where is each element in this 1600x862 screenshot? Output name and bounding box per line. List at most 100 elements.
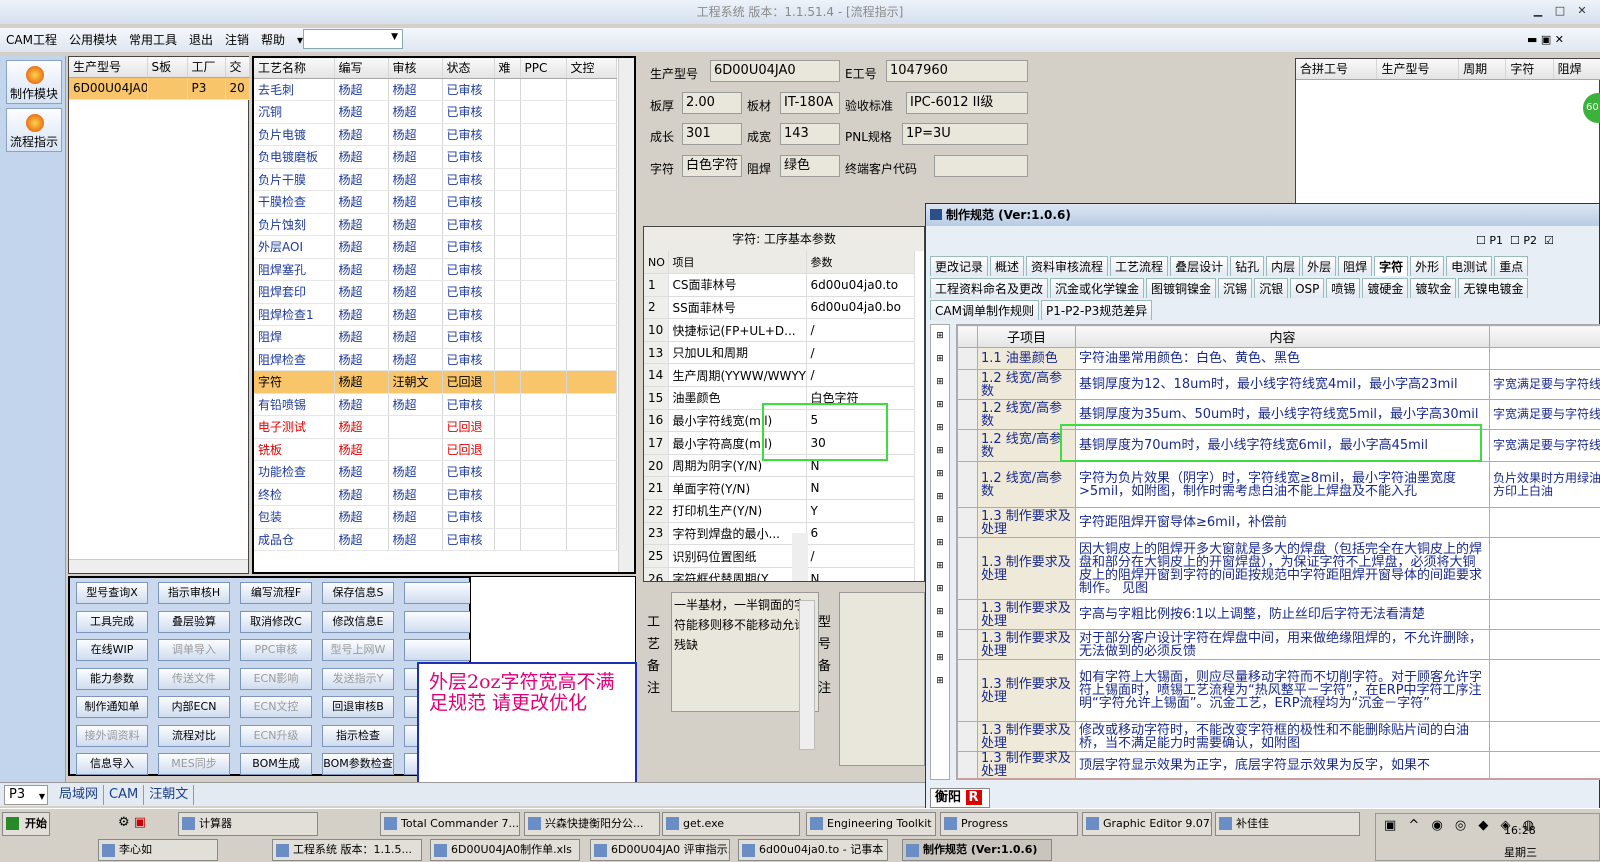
column-header[interactable]: 阻焊 [1553,59,1600,80]
table-row[interactable]: 1.1 油墨颜色 字符油墨常用颜色：白色、黄色、黑色 [957,347,1600,370]
table-row[interactable]: 14 生产周期(YYWW/WWYY) / [644,363,915,388]
table-row[interactable]: 1.3 制作要求及处理 修改或移动字符时，不能改变字符框的极性和不能删除贴片间的白… [957,721,1600,752]
menu-item[interactable]: 退出 [183,28,219,52]
expand-icon[interactable]: ⊞ [931,532,949,555]
action-button[interactable]: 制作通知单 [76,696,148,718]
column-header[interactable]: 项目 [668,251,807,275]
menu-item[interactable]: 帮助 [255,28,291,52]
status-tab[interactable]: 汪朝文 [144,785,195,805]
expand-icon[interactable]: ⊞ [931,371,949,394]
spec-tab[interactable]: 工艺流程 [1110,256,1169,276]
table-row[interactable]: 字符 杨超 汪朝文 已回退 [254,370,617,394]
table-row[interactable]: 26 字符框代替周期(Y... N [644,567,915,581]
site-combo[interactable]: P3 ▼ [4,785,48,805]
table-row[interactable]: 22 打印机生产(Y/N) Y [644,499,915,523]
table-row[interactable]: 负电镀磨板 杨超 杨超 已审核 [254,145,617,169]
spec-tab[interactable]: 沉锡 [1218,278,1253,298]
params-vscroll[interactable] [792,533,808,581]
action-button[interactable]: 能力参数 [76,667,148,690]
action-button[interactable]: MES同步 [158,753,230,775]
memo-process-text[interactable]: 一半基材，一半铜面的字符能移则移不能移动允许残缺 [671,592,819,712]
table-row[interactable]: 包装 杨超 杨超 已审核 [254,505,617,529]
action-button[interactable]: 编写流程F [240,582,312,604]
table-row[interactable]: 负片蚀刻 杨超 杨超 已审核 [254,213,617,236]
std-field[interactable]: IPC-6012 II级 [906,92,1028,114]
row-selector[interactable] [957,399,978,430]
expand-icon[interactable]: ⊞ [931,463,949,486]
status-tab[interactable]: 局域网 [54,785,105,805]
spec-tab[interactable]: 沉金或化学镍金 [1050,278,1145,298]
row-selector[interactable] [957,721,978,752]
action-button-blank[interactable] [404,610,476,633]
spec-tab[interactable]: 工程资料命名及更改 [930,278,1049,298]
taskbar-button[interactable]: Total Commander 7.... [380,812,520,836]
action-button[interactable]: 接外调资料 [76,724,148,747]
spec-tab[interactable]: 资料审核流程 [1026,256,1109,276]
action-button[interactable]: 流程对比 [158,724,230,747]
table-row[interactable]: 阻焊塞孔 杨超 杨超 已审核 [254,258,617,281]
wid-field[interactable]: 143 [780,123,840,145]
spec-tab[interactable]: 喷锡 [1326,278,1361,298]
column-header[interactable]: 子项目 [977,325,1076,348]
module-button[interactable]: 制作模块 [6,60,62,104]
expand-icon[interactable]: ⊞ [931,509,949,532]
memo-model-text[interactable] [839,592,925,766]
menu-item[interactable]: CAM工程 [0,28,63,52]
column-header[interactable]: 参数 [806,251,915,275]
spec-tab[interactable]: 更改记录 [930,256,989,276]
action-button[interactable]: BOM生成 [240,753,312,775]
action-button[interactable]: 工具完成 [76,610,148,633]
action-button[interactable]: 叠层验算 [158,610,230,633]
column-header[interactable]: 工艺名称 [254,58,335,79]
expand-icon[interactable]: ⊞ [931,325,949,348]
action-button[interactable]: 内部ECN [158,696,230,718]
table-row[interactable]: 有铅喷锡 杨超 杨超 已审核 [254,393,617,416]
expand-icon[interactable]: ⊞ [931,647,949,670]
action-button[interactable]: 信息导入 [76,753,148,775]
menu-combo[interactable]: ▼ [303,29,403,49]
char-field[interactable]: 白色字符 [682,155,742,177]
column-header[interactable]: 工厂 [187,57,226,78]
row-selector[interactable] [957,429,978,462]
row-selector[interactable] [957,751,978,779]
spec-tab[interactable]: 镀软金 [1410,278,1457,298]
row-selector[interactable] [957,347,978,370]
start-button[interactable]: 开始 [2,812,50,836]
taskbar-button[interactable]: 兴森快捷衡阳分公... [524,812,660,836]
table-row[interactable]: 1.3 制作要求及处理 字符距阻焊开窗导体≥6mil，补偿前 [957,507,1600,538]
table-row[interactable]: 1.2 线宽/高参数 字符为负片效果（阴字）时，字符线宽≥8mil，最小字符油墨宽… [957,461,1600,508]
quicklaunch-icons[interactable]: ⚙ ▣ [118,815,146,830]
column-header[interactable]: 内容 [1075,325,1490,348]
table-row[interactable]: 1.3 制作要求及处理 对于部分客户设计字符在焊盘中间，用来做绝缘阻焊的，不允许删… [957,629,1600,660]
column-header[interactable]: S板 [147,57,188,78]
action-button[interactable]: ECN升级 [240,724,312,747]
p1-checkbox[interactable]: ☐ P1 [1476,234,1503,247]
row-selector[interactable] [957,507,978,538]
table-row[interactable]: 1.3 制作要求及处理 字高与字粗比例按6:1以上调整，防止丝印后字符无法看清楚 [957,599,1600,630]
process-vscroll[interactable] [618,58,634,572]
len-field[interactable]: 301 [682,123,742,145]
spec-tab[interactable]: 无镍电镀金 [1458,278,1529,298]
spec-tab[interactable]: 沉银 [1254,278,1289,298]
row-selector[interactable] [957,461,978,508]
table-row[interactable]: 去毛刺 杨超 杨超 已审核 [254,78,617,101]
flow-button[interactable]: 流程指示 [6,108,62,152]
spec-tab[interactable]: 字符 [1374,256,1409,276]
expand-icon[interactable]: ⊞ [931,555,949,578]
action-button[interactable]: 调单导入 [158,639,230,661]
table-row[interactable]: 阻焊检查1 杨超 杨超 已审核 [254,303,617,326]
action-button[interactable]: ECN文控 [240,696,312,718]
table-row[interactable]: 干膜检查 杨超 杨超 已审核 [254,190,617,214]
expand-icon[interactable]: ⊞ [931,348,949,371]
table-row[interactable]: 1.3 制作要求及处理 因大铜皮上的阻焊开多大窗就是多大的焊盘（包括完全在大铜皮上… [957,537,1600,600]
close-icon[interactable]: ✕ [1574,4,1590,18]
model-field[interactable]: 6D00U04JA0 [710,60,840,82]
table-row[interactable]: 1.3 制作要求及处理 如有字符上大锡面，则应尽量移动字符而不切削字符。对于顾客允… [957,659,1600,722]
table-row[interactable]: 终检 杨超 杨超 已审核 [254,483,617,506]
spec-tab[interactable]: 重点 [1494,256,1529,276]
table-row[interactable]: 阻焊套印 杨超 杨超 已审核 [254,280,617,304]
expand-icon[interactable]: ⊞ [931,394,949,417]
action-button[interactable]: 在线WIP [76,639,148,661]
action-button[interactable]: 发送指示Y [322,667,394,690]
memo-vscroll[interactable] [799,600,815,750]
